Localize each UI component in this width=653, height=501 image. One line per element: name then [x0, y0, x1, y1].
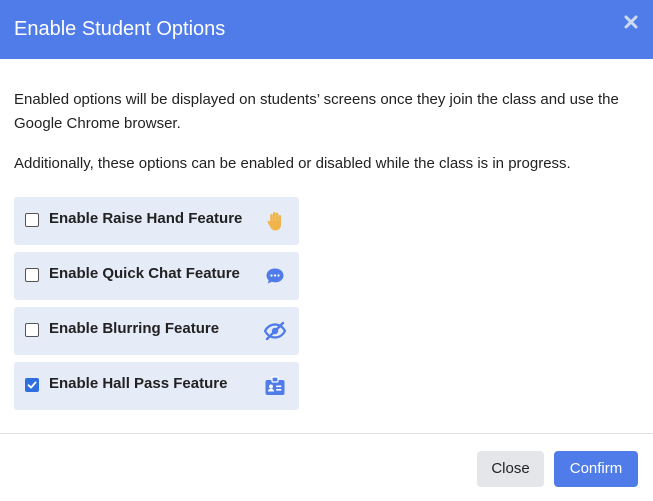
- raise-hand-checkbox[interactable]: [25, 213, 39, 227]
- chat-bubble-icon: [263, 264, 287, 288]
- id-badge-icon: [263, 374, 287, 398]
- footer-divider: [0, 433, 653, 434]
- dialog-description: Enabled options will be displayed on stu…: [14, 91, 619, 132]
- dialog-title: Enable Student Options: [14, 18, 226, 40]
- eye-slash-icon: [263, 319, 287, 343]
- blurring-checkbox[interactable]: [25, 323, 39, 337]
- raise-hand-icon: [263, 209, 287, 233]
- options-list: Enable Raise Hand Feature Enable Quick C…: [14, 197, 299, 417]
- confirm-button[interactable]: Confirm: [554, 451, 638, 487]
- option-hall-pass[interactable]: Enable Hall Pass Feature: [14, 362, 299, 410]
- close-icon[interactable]: [623, 14, 639, 30]
- option-label: Enable Raise Hand Feature: [49, 210, 243, 227]
- option-raise-hand[interactable]: Enable Raise Hand Feature: [14, 197, 299, 245]
- enable-student-options-dialog: Enable Student Options Enabled options w…: [0, 0, 653, 501]
- quick-chat-checkbox[interactable]: [25, 268, 39, 282]
- dialog-header: Enable Student Options: [0, 0, 653, 59]
- close-button[interactable]: Close: [477, 451, 544, 487]
- hall-pass-checkbox[interactable]: [25, 378, 39, 392]
- option-label: Enable Blurring Feature: [49, 320, 220, 337]
- option-blurring[interactable]: Enable Blurring Feature: [14, 307, 299, 355]
- option-label: Enable Quick Chat Feature: [49, 265, 240, 282]
- dialog-note: Additionally, these options can be enabl…: [14, 155, 571, 172]
- option-quick-chat[interactable]: Enable Quick Chat Feature: [14, 252, 299, 300]
- option-label: Enable Hall Pass Feature: [49, 375, 228, 392]
